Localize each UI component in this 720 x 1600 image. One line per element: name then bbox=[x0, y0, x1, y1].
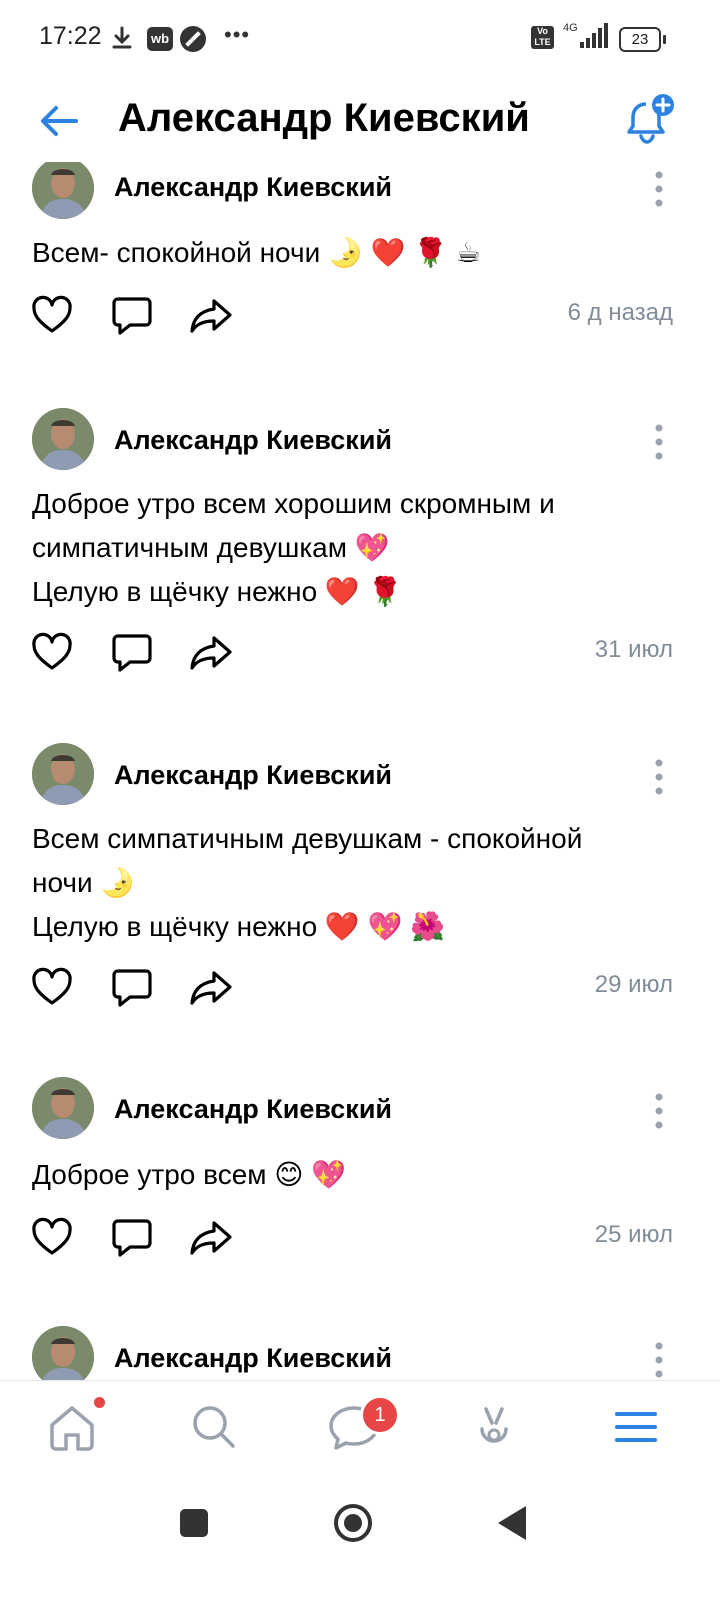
share-button[interactable] bbox=[188, 1215, 234, 1259]
nav-menu[interactable] bbox=[608, 1399, 664, 1455]
page-title: Александр Киевский bbox=[118, 96, 530, 140]
post-more-button[interactable] bbox=[646, 1340, 672, 1380]
post-text-line: Всем- спокойной ночи 🌛 ❤️ 🌹 ☕ bbox=[32, 237, 482, 268]
share-button[interactable] bbox=[188, 965, 234, 1009]
messages-badge: 1 bbox=[360, 1395, 400, 1435]
post-text: Всем- спокойной ночи 🌛 ❤️ 🌹 ☕ bbox=[32, 231, 682, 275]
like-button[interactable] bbox=[30, 630, 74, 674]
post-author[interactable]: Александр Киевский bbox=[114, 172, 392, 203]
comment-button[interactable] bbox=[110, 293, 154, 337]
recents-button[interactable] bbox=[180, 1509, 208, 1537]
post-actions: 29 июл bbox=[0, 965, 720, 1015]
battery-icon: 23 bbox=[619, 27, 666, 52]
search-icon bbox=[193, 1406, 235, 1448]
app-header: Александр Киевский bbox=[0, 80, 720, 162]
status-bar: 17:22 wb ••• Vo LTE 4G 23 bbox=[0, 0, 720, 80]
share-button[interactable] bbox=[188, 630, 234, 674]
post-author[interactable]: Александр Киевский bbox=[114, 760, 392, 791]
like-button[interactable] bbox=[30, 1215, 74, 1259]
post-text-line: Всем симпатичным девушкам - спокойной bbox=[32, 823, 583, 854]
wall-feed: Александр Киевский Всем- спокойной ночи … bbox=[0, 162, 720, 1380]
post-more-button[interactable] bbox=[646, 422, 672, 462]
post-date: 31 июл bbox=[594, 636, 673, 663]
post-text: Доброе утро всем 😊 💖 bbox=[32, 1153, 682, 1197]
post-text-line: Целую в щёчку нежно ❤️ 💖 🌺 bbox=[32, 911, 446, 942]
volte-icon: Vo LTE bbox=[531, 26, 554, 49]
system-nav-bar bbox=[0, 1476, 720, 1600]
subscribe-notifications-button[interactable] bbox=[624, 92, 678, 146]
like-button[interactable] bbox=[30, 965, 74, 1009]
post-text-line: ночи 🌛 bbox=[32, 867, 136, 898]
post-actions: 6 д назад bbox=[0, 293, 720, 343]
post-actions: 25 июл bbox=[0, 1215, 720, 1265]
app-notification-icon bbox=[180, 26, 206, 52]
post-text-line: Доброе утро всем 😊 💖 bbox=[32, 1159, 347, 1190]
avatar[interactable] bbox=[32, 743, 94, 805]
signal-icon: 4G bbox=[563, 22, 608, 48]
post-author[interactable]: Александр Киевский bbox=[114, 425, 392, 456]
avatar[interactable] bbox=[32, 162, 94, 219]
wb-app-icon: wb bbox=[147, 27, 173, 51]
avatar[interactable] bbox=[32, 1077, 94, 1139]
post-text-line: Доброе утро всем хорошим скромным и bbox=[32, 488, 555, 519]
share-button[interactable] bbox=[188, 293, 234, 337]
nav-clips[interactable] bbox=[466, 1399, 522, 1455]
post-text-line: Целую в щёчку нежно ❤️ 🌹 bbox=[32, 576, 403, 607]
comment-button[interactable] bbox=[110, 965, 154, 1009]
post-text: Доброе утро всем хорошим скромным и симп… bbox=[32, 482, 682, 614]
home-icon bbox=[50, 1406, 94, 1451]
post-date: 6 д назад bbox=[567, 299, 673, 326]
bottom-nav: 1 bbox=[0, 1380, 720, 1477]
home-button[interactable] bbox=[334, 1504, 372, 1542]
avatar[interactable] bbox=[32, 1326, 94, 1380]
back-button[interactable] bbox=[36, 98, 82, 144]
more-notifications-icon: ••• bbox=[224, 22, 251, 47]
post-more-button[interactable] bbox=[646, 169, 672, 209]
avatar[interactable] bbox=[32, 408, 94, 470]
download-icon bbox=[112, 26, 132, 49]
comment-button[interactable] bbox=[110, 630, 154, 674]
post-text-line: симпатичным девушкам 💖 bbox=[32, 532, 390, 563]
post-more-button[interactable] bbox=[646, 1091, 672, 1131]
status-time: 17:22 bbox=[39, 22, 102, 50]
nav-messages[interactable]: 1 bbox=[326, 1395, 400, 1455]
nav-home[interactable] bbox=[44, 1397, 105, 1455]
like-button[interactable] bbox=[30, 293, 74, 337]
post-author[interactable]: Александр Киевский bbox=[114, 1094, 392, 1125]
nav-search[interactable] bbox=[186, 1399, 242, 1455]
post-author[interactable]: Александр Киевский bbox=[114, 1343, 392, 1374]
clips-icon bbox=[480, 1407, 508, 1443]
comment-button[interactable] bbox=[110, 1215, 154, 1259]
post-actions: 31 июл bbox=[0, 630, 720, 680]
post-date: 29 июл bbox=[594, 971, 673, 998]
post-text: Всем симпатичным девушкам - спокойной но… bbox=[32, 817, 682, 949]
menu-icon bbox=[615, 1412, 657, 1442]
back-system-button[interactable] bbox=[498, 1506, 526, 1540]
post-date: 25 июл bbox=[594, 1221, 673, 1248]
network-type: 4G bbox=[563, 22, 578, 34]
post-more-button[interactable] bbox=[646, 757, 672, 797]
unread-dot bbox=[94, 1397, 105, 1408]
